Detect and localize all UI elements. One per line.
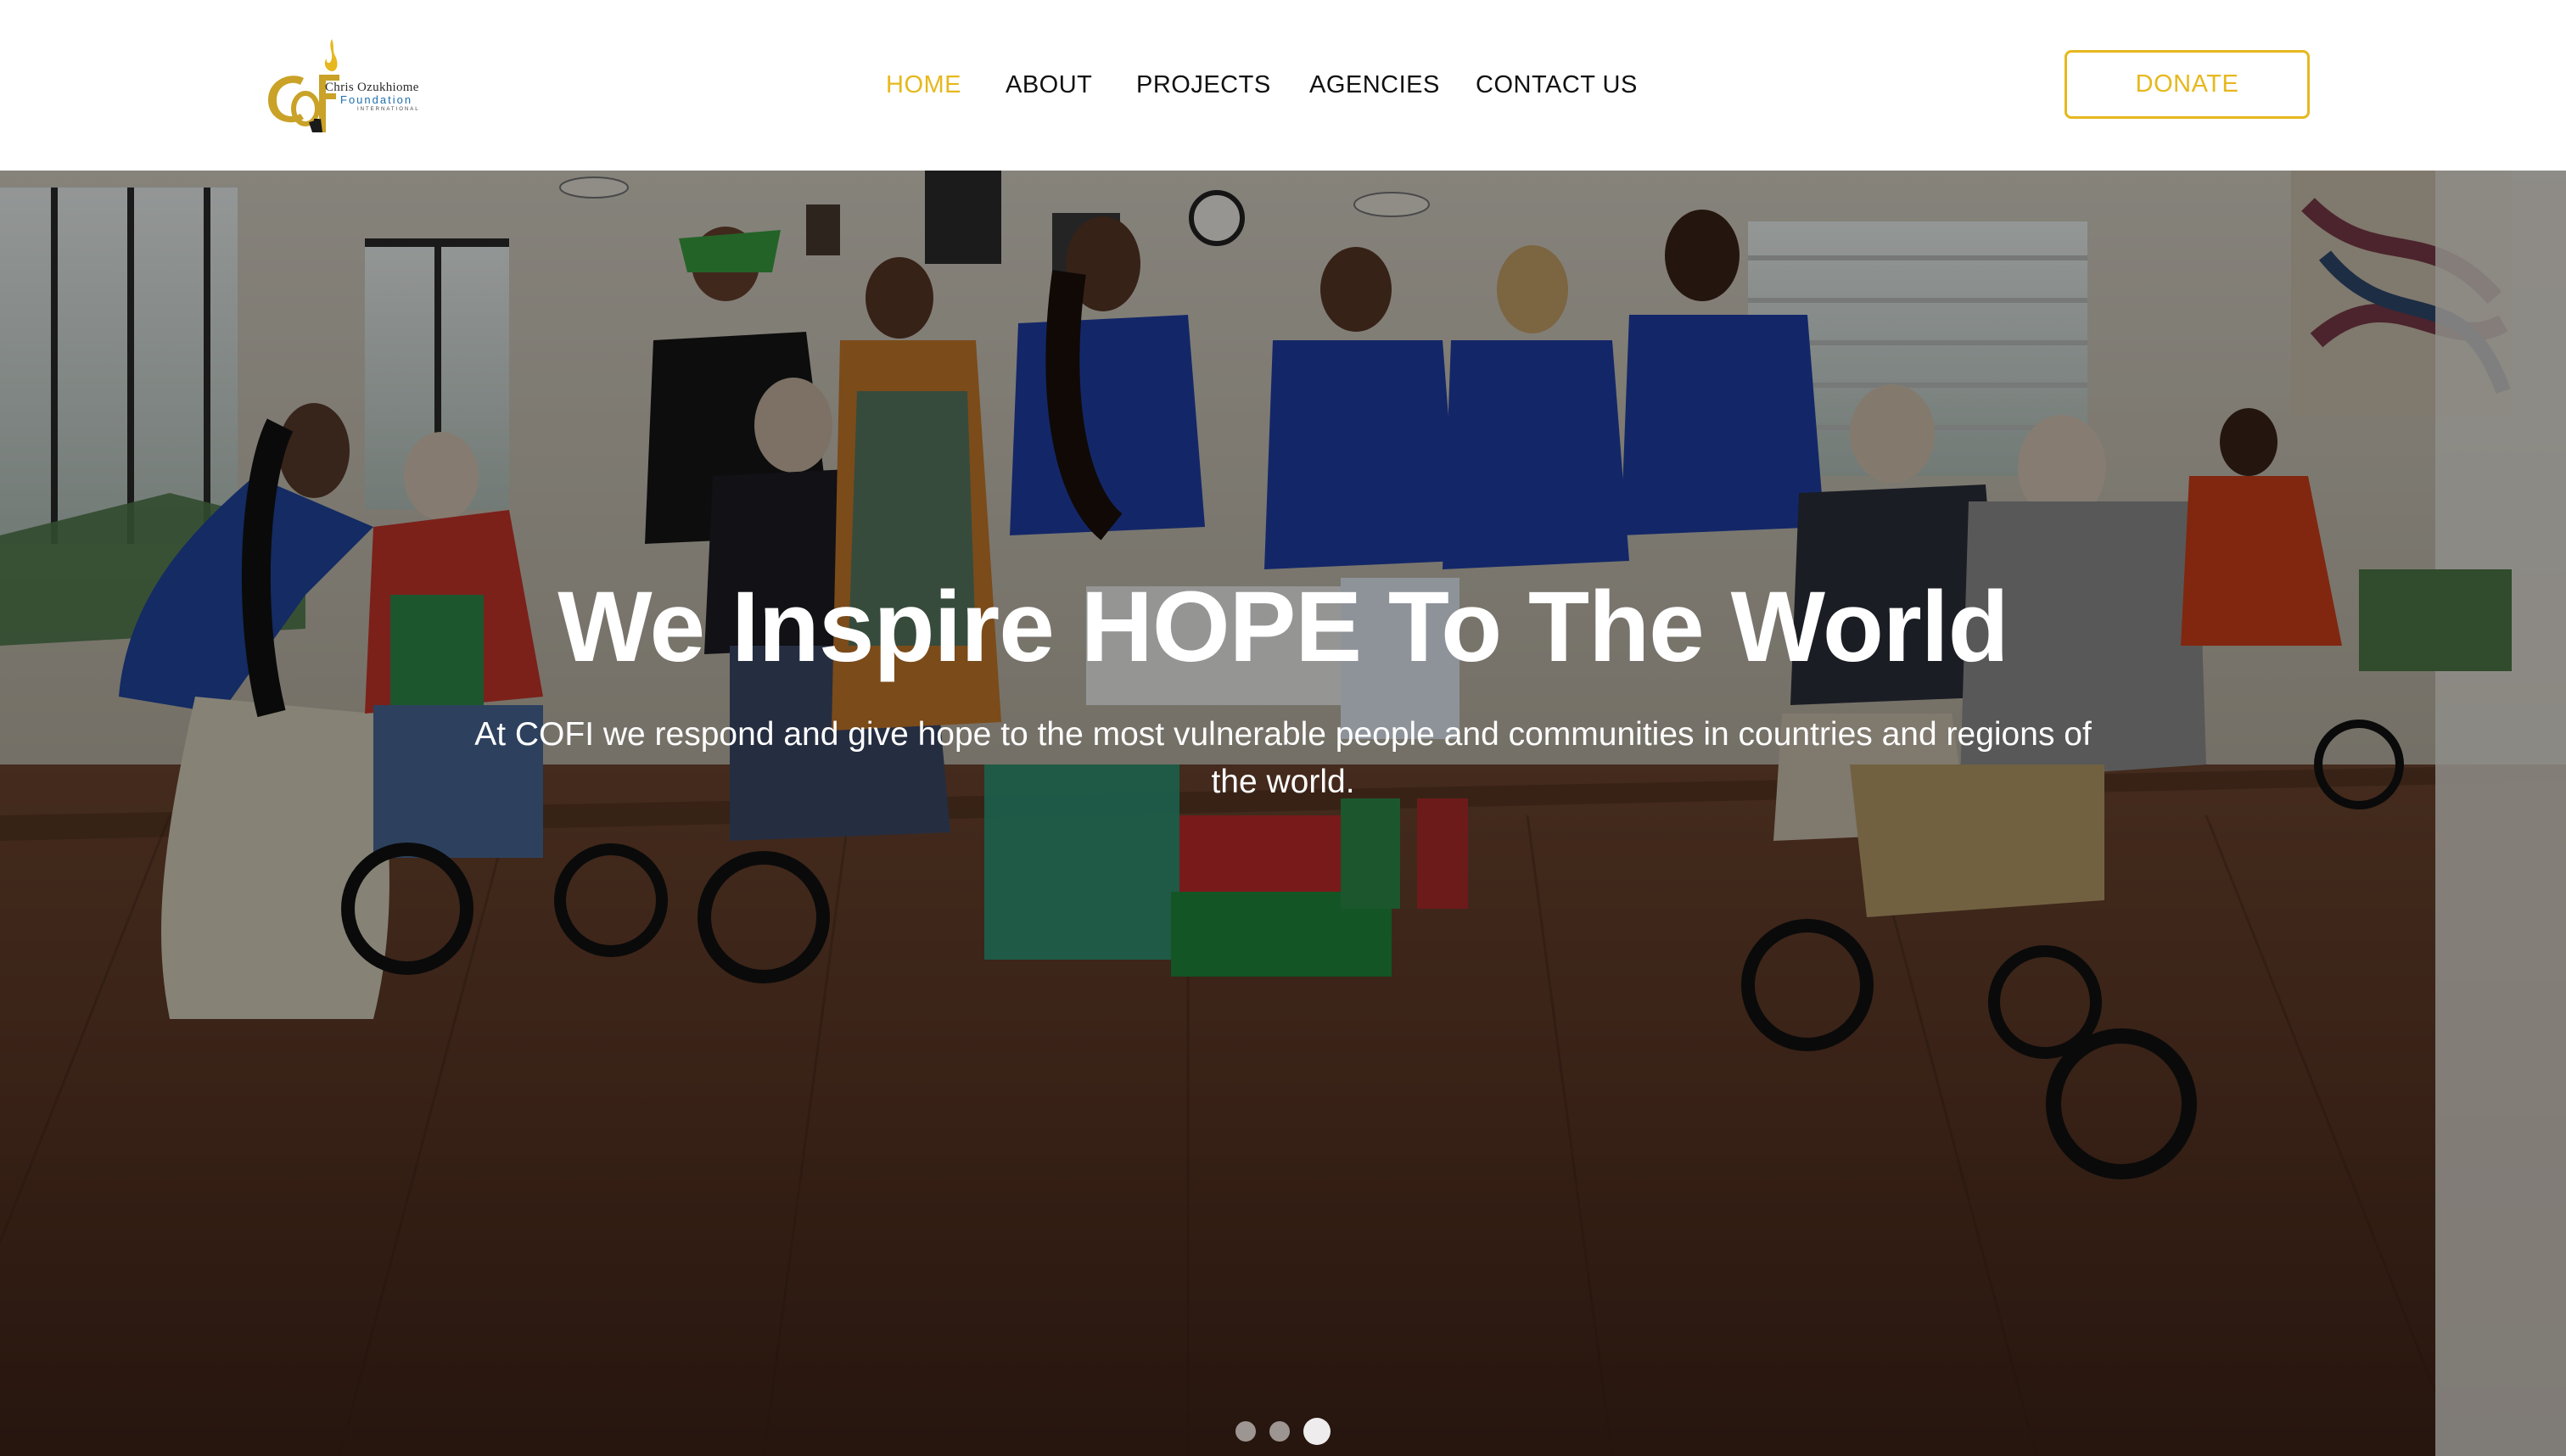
carousel-dot-2[interactable] (1269, 1421, 1290, 1442)
hero-subtitle: At COFI we respond and give hope to the … (474, 716, 2092, 800)
nav-about[interactable]: ABOUT (1006, 66, 1092, 104)
nav-home[interactable]: HOME (886, 66, 961, 104)
hero-carousel: We Inspire HOPE To The World At COFI we … (0, 171, 2566, 1456)
hero-dark-overlay (0, 171, 2566, 1456)
donate-button[interactable]: DONATE (2065, 50, 2310, 119)
carousel-dots (0, 1418, 2566, 1445)
logo-line-3: INTERNATIONAL (357, 107, 420, 112)
nav-projects[interactable]: PROJECTS (1136, 66, 1271, 104)
carousel-dot-3[interactable] (1303, 1418, 1331, 1445)
carousel-dot-1[interactable] (1235, 1421, 1256, 1442)
site-header: Chris Ozukhiome Foundation INTERNATIONAL… (0, 0, 2566, 171)
nav-contact-us[interactable]: CONTACT US (1476, 66, 1638, 104)
nav-agencies[interactable]: AGENCIES (1309, 66, 1440, 104)
hero-title: We Inspire HOPE To The World (557, 571, 2009, 684)
